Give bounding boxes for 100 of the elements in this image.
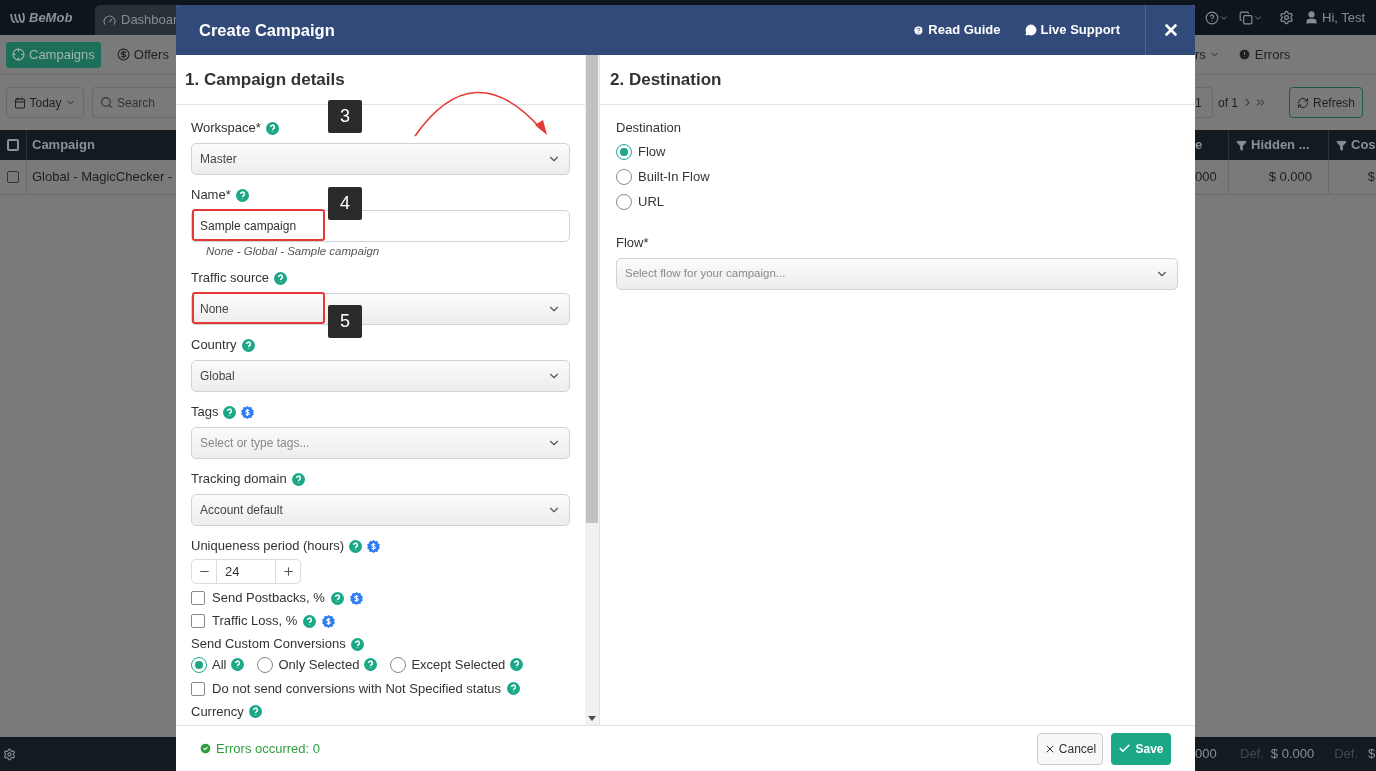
checkbox[interactable]	[191, 614, 205, 628]
total-value: $ 0.000	[1270, 745, 1315, 764]
help-icon[interactable]	[241, 338, 255, 352]
checkbox-label: Send Postbacks, %	[212, 589, 325, 607]
column-header[interactable]: Campaign	[27, 130, 95, 160]
help-icon[interactable]	[510, 658, 524, 672]
field-label: Flow*	[616, 234, 650, 252]
nav-item[interactable]: Campaigns	[6, 41, 101, 68]
field-label: Name*	[191, 186, 231, 204]
radio-label: Except Selected	[411, 656, 506, 674]
logo-text: BeMob	[29, 8, 73, 27]
help-icon[interactable]	[248, 705, 262, 718]
help-icon[interactable]	[507, 682, 521, 695]
table-cell-text: 000	[1195, 168, 1218, 187]
name-input[interactable]: Sample campaign	[191, 210, 570, 242]
last-page-icon[interactable]	[1254, 96, 1267, 109]
help-icon[interactable]	[364, 658, 378, 672]
field-label: Country	[191, 336, 237, 354]
select-field[interactable]: Account default	[191, 494, 570, 526]
total-value: 000	[1195, 745, 1218, 764]
step-number-badge: 5	[328, 305, 362, 338]
search-icon	[100, 96, 113, 109]
field-label: Uniqueness period (hours)	[191, 537, 345, 555]
settings-icon[interactable]	[1279, 10, 1294, 25]
field-label: Traffic source	[191, 269, 270, 287]
cancel-button[interactable]: Cancel	[1037, 732, 1103, 765]
save-button[interactable]: Save	[1111, 732, 1171, 765]
plus-icon	[281, 565, 295, 578]
help-icon	[913, 24, 925, 36]
nav-item[interactable]: rs	[1195, 44, 1220, 65]
field-label: Send Custom Conversions	[191, 635, 346, 653]
target-icon	[12, 48, 25, 61]
help-icon[interactable]	[235, 188, 249, 202]
section-title: 2. Destination	[610, 68, 722, 91]
success-icon	[199, 742, 212, 755]
column-header[interactable]: Cos	[1328, 130, 1376, 160]
refresh-button[interactable]: Refresh	[1289, 87, 1363, 118]
radio-label: Only Selected	[278, 656, 360, 674]
nav-item[interactable]: Errors	[1237, 44, 1291, 65]
name-preview: None - Global - Sample campaign	[205, 244, 381, 258]
user-name[interactable]: Hi, Test	[1322, 7, 1366, 28]
field-label: Tags	[191, 403, 219, 421]
column-header[interactable]: e	[1195, 130, 1228, 160]
scrollbar[interactable]	[585, 55, 599, 725]
field-label: Tracking domain	[191, 470, 287, 488]
gauge-icon	[103, 13, 116, 27]
help-icon[interactable]	[223, 405, 237, 419]
radio-label: All	[212, 656, 227, 674]
refresh-icon	[1297, 96, 1309, 109]
nav-item[interactable]: Offers	[110, 41, 175, 68]
checkbox[interactable]	[191, 591, 205, 605]
modal-title: Create Campaign	[199, 19, 335, 41]
user-icon	[1304, 10, 1319, 25]
checkbox[interactable]	[7, 171, 19, 183]
section-title: 1. Campaign details	[185, 68, 345, 91]
field-label: Currency	[191, 702, 244, 721]
status-text: Errors occurred: 0	[216, 739, 321, 758]
dollar-icon	[116, 48, 130, 61]
live-support-link[interactable]: Live Support	[1024, 20, 1120, 40]
radio-label: Built-In Flow	[638, 167, 710, 186]
help-icon[interactable]	[291, 472, 305, 486]
help-menu-icon[interactable]	[1205, 10, 1229, 25]
help-icon[interactable]	[330, 591, 344, 605]
stepper-field[interactable]: 24	[191, 559, 301, 584]
help-icon[interactable]	[303, 614, 317, 628]
page-count: of 1	[1218, 94, 1238, 112]
table-cell-text: Global - MagicChecker -	[31, 168, 174, 187]
field-label: Destination	[616, 119, 683, 137]
settings-icon[interactable]	[3, 747, 16, 761]
table-cell: $ 0.000	[1228, 160, 1328, 194]
help-icon[interactable]	[349, 539, 363, 553]
date-dropdown[interactable]: Today	[6, 87, 84, 118]
filter-icon[interactable]	[1236, 139, 1247, 151]
help-icon[interactable]	[350, 637, 364, 651]
table-cell: $	[1328, 160, 1376, 194]
check-icon	[1118, 742, 1132, 755]
select-field[interactable]: Select or type tags...	[191, 427, 570, 459]
total-value: $	[1368, 745, 1376, 764]
radio-label: URL	[638, 192, 664, 211]
checkbox[interactable]	[191, 681, 205, 696]
alert-icon	[1237, 48, 1251, 61]
checkbox-label: Traffic Loss, %	[212, 612, 298, 630]
help-icon[interactable]	[265, 121, 279, 135]
select-field[interactable]: Master	[191, 143, 570, 175]
checkbox[interactable]	[7, 139, 19, 151]
help-icon[interactable]	[274, 271, 288, 285]
column-header[interactable]: Hidden ...	[1228, 130, 1328, 160]
step-number-badge: 3	[328, 100, 362, 133]
checkbox-label: Do not send conversions with Not Specified status	[212, 679, 502, 698]
chat-icon	[1024, 24, 1037, 36]
logo-icon	[10, 11, 26, 24]
select-field[interactable]: Select flow for your campaign...	[616, 258, 1178, 290]
scroll-down-icon[interactable]	[588, 716, 596, 721]
select-field[interactable]: Global	[191, 360, 570, 392]
read-guide-link[interactable]: Read Guide	[913, 20, 1001, 40]
help-icon[interactable]	[231, 658, 245, 672]
windows-menu-icon[interactable]	[1239, 10, 1263, 25]
filter-icon[interactable]	[1336, 139, 1347, 151]
calendar-icon	[14, 96, 27, 109]
step-number-badge: 4	[328, 187, 362, 220]
